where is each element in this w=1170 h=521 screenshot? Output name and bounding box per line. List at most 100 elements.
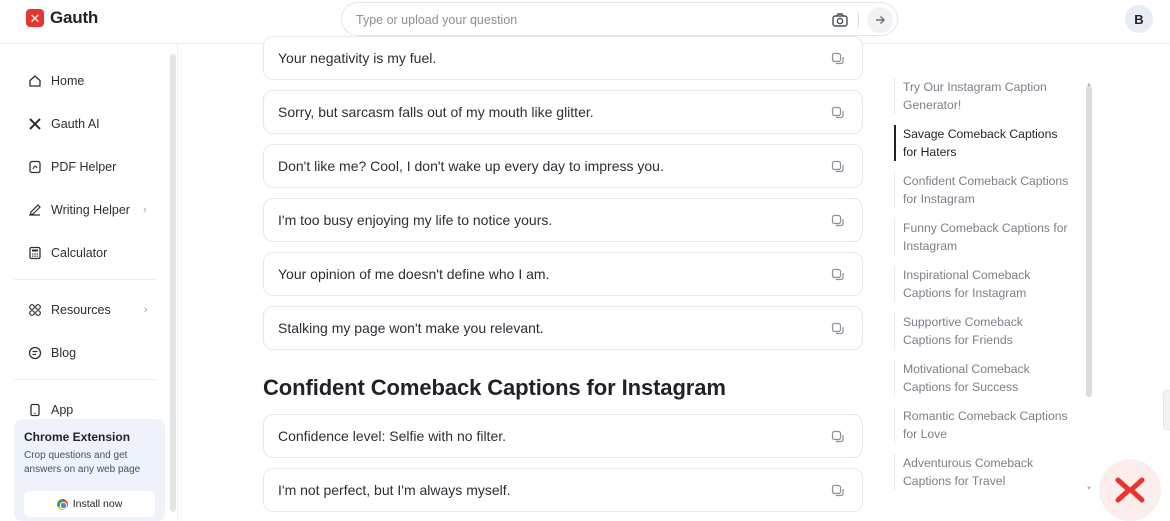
- caption-text: Sorry, but sarcasm falls out of my mouth…: [278, 104, 594, 120]
- toc-link-line: for Haters: [903, 145, 957, 159]
- search-divider: [858, 13, 859, 27]
- toc-link[interactable]: Inspirational Comeback Captions for Insta…: [894, 266, 1079, 302]
- toc-link-line: Try Our Instagram Caption: [903, 80, 1047, 94]
- scroll-down-arrow-icon[interactable]: ▼: [1086, 486, 1092, 492]
- toc-link-line: Captions for Travel: [903, 474, 1006, 488]
- camera-icon[interactable]: [831, 11, 849, 29]
- toc-link[interactable]: Funny Comeback Captions for Instagram: [894, 219, 1079, 255]
- sidebar-item-label: Calculator: [51, 246, 108, 260]
- section-heading: Confident Comeback Captions for Instagra…: [263, 375, 726, 400]
- chrome-extension-description: Crop questions and get answers on any we…: [24, 450, 141, 475]
- search-bar: [341, 2, 898, 36]
- gauth-logo[interactable]: ✕ Gauth: [26, 8, 98, 28]
- caption-card: Your negativity is my fuel.: [263, 36, 863, 80]
- toc-link[interactable]: Motivational Comeback Captions for Succes…: [894, 360, 1079, 396]
- sidebar: Home Gauth AI PDF Helper Writing Helper …: [0, 44, 178, 521]
- sidebar-item-calculator[interactable]: Calculator: [14, 239, 156, 267]
- caption-text: Your negativity is my fuel.: [278, 50, 437, 66]
- home-icon: [27, 74, 42, 89]
- copy-icon[interactable]: [830, 483, 846, 499]
- blog-icon: [27, 346, 42, 361]
- sidebar-item-gauth-ai[interactable]: Gauth AI: [14, 110, 156, 138]
- toc-link-line: Captions for Instagram: [903, 286, 1027, 300]
- arrow-right-icon: [876, 16, 885, 24]
- copy-icon[interactable]: [830, 213, 846, 229]
- toc-link-active[interactable]: Savage Comeback Captions for Haters: [894, 125, 1079, 161]
- toc-link-line: Funny Comeback Captions for: [903, 221, 1068, 235]
- phone-icon: [27, 403, 42, 418]
- caption-card: Don't like me? Cool, I don't wake up eve…: [263, 144, 863, 188]
- caption-card: I'm too busy enjoying my life to notice …: [263, 198, 863, 242]
- toc-link-line: Supportive Comeback: [903, 315, 1023, 329]
- chrome-extension-card: Chrome Extension Crop questions and get …: [14, 419, 165, 521]
- caption-card: Confidence level: Selfie with no filter.: [263, 414, 863, 458]
- caption-text: I'm too busy enjoying my life to notice …: [278, 212, 553, 228]
- brand-name: Gauth: [50, 8, 99, 27]
- sidebar-item-label: Gauth AI: [51, 117, 100, 131]
- copy-icon[interactable]: [830, 267, 846, 283]
- sidebar-divider: [14, 279, 156, 280]
- sidebar-item-writing-helper[interactable]: Writing Helper ›: [14, 196, 156, 224]
- toc-link[interactable]: Adventurous Comeback Captions for Travel: [894, 454, 1079, 490]
- gauth-logo-icon: [1115, 477, 1145, 503]
- sidebar-scrollbar[interactable]: [170, 54, 176, 512]
- avatar[interactable]: B: [1125, 5, 1153, 33]
- toc-link-line: Savage Comeback Captions: [903, 127, 1058, 141]
- toc-link-line: Captions for Success: [903, 380, 1019, 394]
- grid-icon: [27, 303, 42, 318]
- copy-icon[interactable]: [830, 105, 846, 121]
- toc-link-line: Instagram: [903, 239, 958, 253]
- toc-link-line: for Instagram: [903, 192, 975, 206]
- toc-link-line: Romantic Comeback Captions: [903, 409, 1068, 423]
- toc-link-line: Generator!: [903, 98, 962, 112]
- pen-icon: [27, 203, 42, 218]
- copy-icon[interactable]: [830, 321, 846, 337]
- caption-text: Confidence level: Selfie with no filter.: [278, 428, 507, 444]
- chevron-right-icon: ›: [143, 304, 148, 316]
- sidebar-item-label: PDF Helper: [51, 160, 117, 174]
- toc-scrollbar[interactable]: [1086, 86, 1092, 397]
- side-panel-tab[interactable]: [1163, 390, 1170, 430]
- toc-link[interactable]: Romantic Comeback Captions for Love: [894, 407, 1079, 443]
- sidebar-item-label: App: [51, 403, 74, 417]
- chevron-right-icon: ›: [142, 204, 147, 216]
- caption-card: Your opinion of me doesn't define who I …: [263, 252, 863, 296]
- sidebar-item-label: Resources: [51, 303, 111, 317]
- sidebar-item-blog[interactable]: Blog: [14, 339, 156, 367]
- caption-text: Stalking my page won't make you relevant…: [278, 320, 544, 336]
- sidebar-item-home[interactable]: Home: [14, 67, 156, 95]
- install-now-button[interactable]: Install now: [24, 491, 155, 517]
- caption-card: Stalking my page won't make you relevant…: [263, 306, 863, 350]
- toc-link[interactable]: Supportive Comeback Captions for Friends: [894, 313, 1079, 349]
- caption-card: Sorry, but sarcasm falls out of my mouth…: [263, 90, 863, 134]
- copy-icon[interactable]: [830, 159, 846, 175]
- gauth-ai-icon: [27, 117, 42, 132]
- copy-icon[interactable]: [830, 429, 846, 445]
- sidebar-item-pdf-helper[interactable]: PDF Helper: [14, 153, 156, 181]
- toc-link-line: Confident Comeback Captions: [903, 174, 1069, 188]
- chrome-extension-title: Chrome Extension: [24, 430, 131, 444]
- gauth-logo-icon: ✕: [26, 9, 44, 27]
- caption-text: I'm not perfect, but I'm always myself.: [278, 482, 511, 498]
- caption-text: Your opinion of me doesn't define who I …: [278, 266, 550, 282]
- search-input[interactable]: [356, 10, 816, 30]
- install-now-label: Install now: [72, 498, 123, 510]
- toc-link-line: Inspirational Comeback: [903, 268, 1031, 282]
- copy-icon[interactable]: [830, 51, 846, 67]
- gauth-floating-button[interactable]: [1099, 459, 1161, 521]
- chrome-icon: [56, 498, 68, 510]
- toc-link[interactable]: Confident Comeback Captions for Instagram: [894, 172, 1079, 208]
- pdf-icon: [27, 160, 42, 175]
- sidebar-divider: [14, 379, 156, 380]
- sidebar-item-resources[interactable]: Resources ›: [14, 296, 156, 324]
- toc-link-line: Motivational Comeback: [903, 362, 1030, 376]
- toc-link-line: Captions for Friends: [903, 333, 1013, 347]
- sidebar-item-label: Writing Helper: [51, 203, 130, 217]
- sidebar-item-label: Blog: [51, 346, 77, 360]
- submit-button[interactable]: [867, 7, 893, 33]
- calculator-icon: [27, 246, 42, 261]
- toc-link-line: for Love: [903, 427, 948, 441]
- toc-link-line: Adventurous Comeback: [903, 456, 1034, 470]
- toc-link[interactable]: Try Our Instagram Caption Generator!: [894, 78, 1079, 114]
- caption-text: Don't like me? Cool, I don't wake up eve…: [278, 158, 664, 174]
